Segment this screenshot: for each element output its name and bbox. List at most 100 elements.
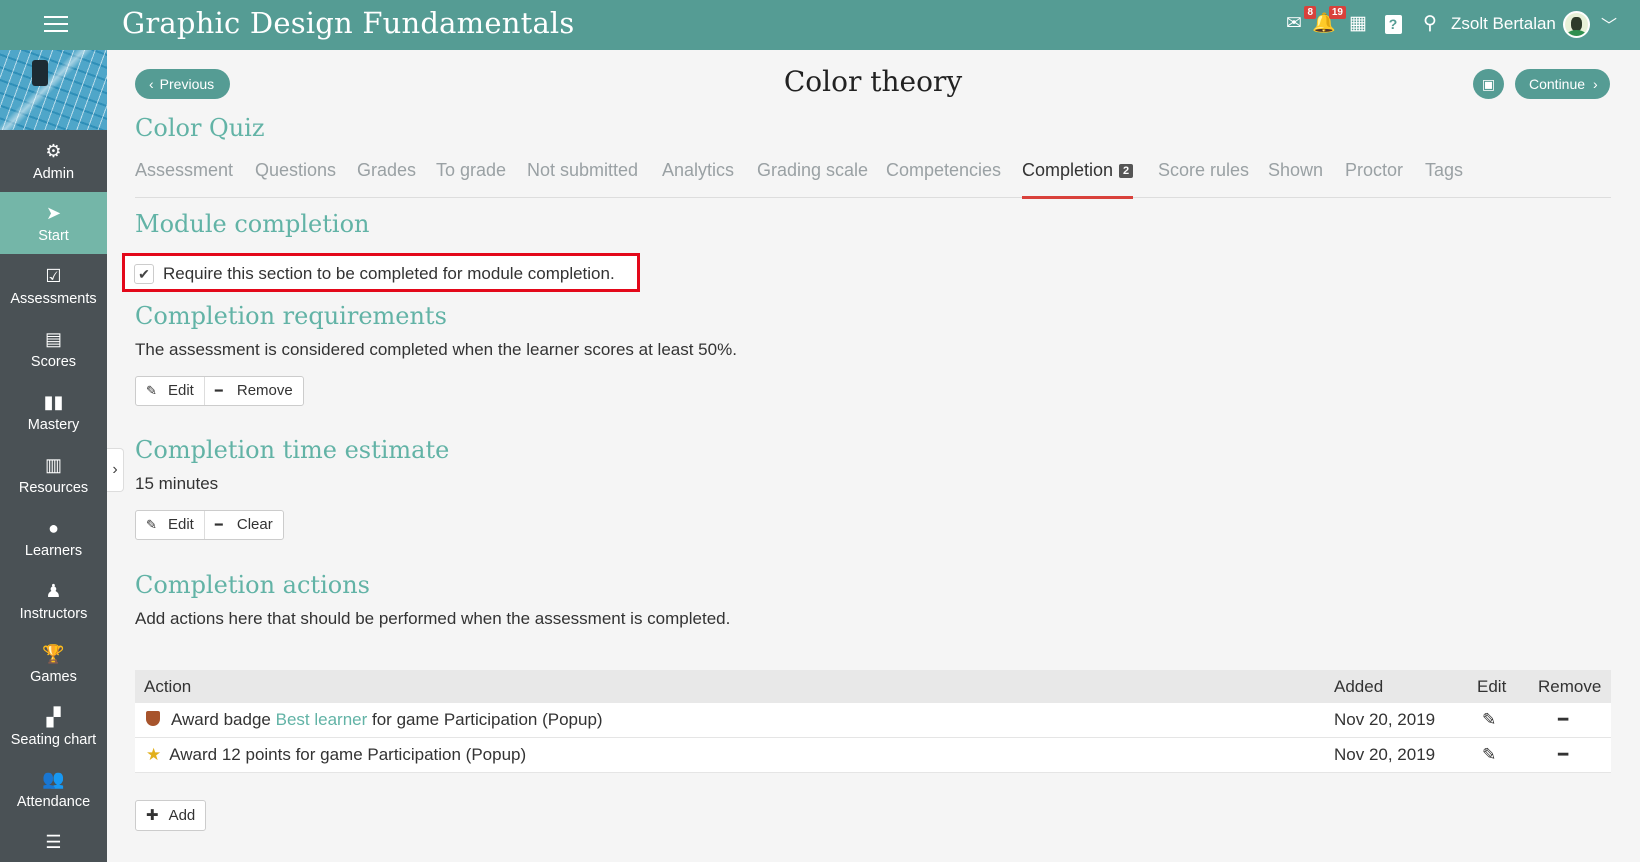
time-estimate-heading: Completion time estimate: [135, 436, 450, 464]
check-icon: ✔: [138, 266, 150, 282]
module-completion-heading: Module completion: [135, 210, 370, 238]
time-estimate-value: 15 minutes: [135, 474, 219, 493]
require-completion-label[interactable]: Require this section to be completed for…: [163, 264, 615, 284]
sidebar-item-label: Mastery: [27, 417, 80, 433]
column-header-added: Added: [1334, 677, 1384, 696]
gear-icon: ⚙: [45, 141, 62, 161]
help-icon[interactable]: ?: [1381, 12, 1405, 36]
notebook-icon[interactable]: ▣: [1473, 69, 1504, 99]
calendar-icon[interactable]: ▦: [1346, 12, 1370, 36]
completion-requirements-heading: Completion requirements: [135, 302, 447, 330]
tab-not-submitted[interactable]: Not submitted: [527, 160, 638, 181]
top-bar: Graphic Design Fundamentals ✉ 8 🔔 19 ▦ ? ⚲…: [0, 0, 1640, 50]
tab-score-rules[interactable]: Score rules: [1158, 160, 1249, 181]
tab-assessment[interactable]: Assessment: [135, 160, 233, 181]
time-estimate-clear-button[interactable]: ━ Clear: [203, 511, 283, 539]
sidebar-item-label: Seating chart: [10, 732, 97, 748]
avatar[interactable]: [1563, 11, 1590, 38]
sidebar-item-start[interactable]: ➤ Start: [0, 192, 107, 254]
checkbox-icon: ☑: [45, 266, 62, 286]
sidebar-toggle[interactable]: ›: [107, 448, 124, 492]
sidebar-item-games[interactable]: 🏆 Games: [0, 633, 107, 695]
sidebar-item-label: Resources: [18, 480, 89, 496]
sidebar-item-label: Scores: [30, 354, 77, 370]
completion-actions-text: Add actions here that should be performe…: [135, 609, 731, 628]
sidebar-item-instructors[interactable]: ♟ Instructors: [0, 570, 107, 632]
column-header-remove: Remove: [1538, 677, 1602, 696]
edit-pencil-icon[interactable]: ✎: [1482, 745, 1496, 765]
tab-questions[interactable]: Questions: [255, 160, 336, 181]
sidebar-item-resources[interactable]: ▥ Resources: [0, 444, 107, 506]
tab-bar: Assessment Questions Grades To grade Not…: [135, 150, 1611, 199]
sidebar-item-label: Admin: [32, 166, 75, 182]
actions-table: Action Added Edit Remove Award badge Bes…: [135, 670, 1611, 773]
tab-analytics[interactable]: Analytics: [662, 160, 734, 181]
menu-icon[interactable]: [44, 16, 68, 34]
sidebar-item-assessments[interactable]: ☑ Assessments: [0, 255, 107, 317]
action-cell: ★ Award 12 points for game Participation …: [146, 745, 527, 764]
messages-icon[interactable]: ✉ 8: [1282, 6, 1316, 36]
star-icon: ★: [146, 745, 162, 764]
action-cell: Award badge Best learner for game Partic…: [146, 710, 603, 730]
person-icon: ●: [48, 518, 59, 538]
navigation-arrow-icon: ➤: [45, 203, 62, 223]
chevron-down-icon[interactable]: ﹀: [1601, 12, 1617, 36]
trophy-icon: 🏆: [42, 644, 65, 664]
app-title: Graphic Design Fundamentals: [122, 6, 575, 40]
minus-icon: ━: [214, 517, 223, 532]
tab-tags[interactable]: Tags: [1425, 160, 1463, 181]
completion-requirements-text: The assessment is considered completed w…: [135, 340, 737, 359]
tab-grading-scale[interactable]: Grading scale: [757, 160, 868, 181]
require-completion-checkbox[interactable]: ✔: [134, 264, 154, 284]
sidebar-item-more[interactable]: ☰: [0, 821, 107, 862]
badge-link[interactable]: Best learner: [276, 710, 368, 729]
page-title: Color theory: [783, 65, 963, 98]
group-icon: 👥: [42, 769, 65, 789]
sidebar-item-scores[interactable]: ▤ Scores: [0, 318, 107, 380]
sidebar-item-attendance[interactable]: 👥 Attendance: [0, 758, 107, 820]
requirements-edit-button[interactable]: ✎ Edit: [136, 377, 204, 405]
tab-completion[interactable]: Completion 2: [1022, 160, 1134, 199]
table-header: Action Added Edit Remove: [135, 670, 1611, 703]
edit-pencil-icon[interactable]: ✎: [1482, 710, 1496, 730]
sidebar-item-label: Instructors: [19, 606, 88, 622]
remove-minus-icon[interactable]: ━: [1558, 710, 1568, 730]
badge-shield-icon: [146, 711, 160, 726]
added-date: Nov 20, 2019: [1334, 710, 1436, 729]
continue-button[interactable]: Continue ›: [1515, 69, 1610, 99]
time-estimate-edit-button[interactable]: ✎ Edit: [136, 511, 204, 539]
tab-to-grade[interactable]: To grade: [436, 160, 506, 181]
sidebar: ⚙ Admin ➤ Start ☑ Assessments ▤ Scores ▮…: [0, 50, 107, 862]
table-icon: ▤: [44, 329, 62, 349]
requirements-remove-button[interactable]: ━ Remove: [203, 377, 303, 405]
books-icon: ▥: [44, 455, 62, 475]
remove-minus-icon[interactable]: ━: [1558, 745, 1568, 765]
chevron-right-icon: ›: [1593, 76, 1598, 92]
sidebar-item-admin[interactable]: ⚙ Admin: [0, 130, 107, 192]
tab-competencies[interactable]: Competencies: [886, 160, 1001, 181]
sidebar-item-label: Learners: [24, 543, 83, 559]
pencil-icon: ✎: [146, 517, 157, 532]
chevron-right-icon: ›: [112, 461, 118, 478]
tab-label: Completion: [1022, 160, 1114, 180]
table-row: Award badge Best learner for game Partic…: [135, 703, 1611, 738]
sidebar-item-mastery[interactable]: ▮▮ Mastery: [0, 381, 107, 443]
bell-icon[interactable]: 🔔 19: [1312, 6, 1346, 36]
tab-shown[interactable]: Shown: [1268, 160, 1323, 181]
plus-icon: ✚: [146, 807, 159, 824]
tab-proctor[interactable]: Proctor: [1345, 160, 1403, 181]
add-action-button[interactable]: ✚ Add: [135, 800, 207, 831]
sidebar-item-learners[interactable]: ● Learners: [0, 507, 107, 569]
tab-grades[interactable]: Grades: [357, 160, 416, 181]
quiz-title[interactable]: Color Quiz: [135, 114, 265, 142]
instructor-icon: ♟: [45, 581, 62, 601]
user-name[interactable]: Zsolt Bertalan: [1451, 14, 1556, 34]
seating-icon: ▞: [46, 707, 61, 727]
search-icon[interactable]: ⚲: [1418, 12, 1442, 36]
sidebar-item-seating-chart[interactable]: ▞ Seating chart: [0, 696, 107, 758]
sidebar-item-label: Assessments: [10, 291, 97, 307]
bar-chart-icon: ▮▮: [43, 392, 64, 412]
requirements-button-group: ✎ Edit ━ Remove: [135, 376, 304, 406]
list-icon: ☰: [45, 832, 62, 852]
column-header-action: Action: [144, 677, 192, 696]
